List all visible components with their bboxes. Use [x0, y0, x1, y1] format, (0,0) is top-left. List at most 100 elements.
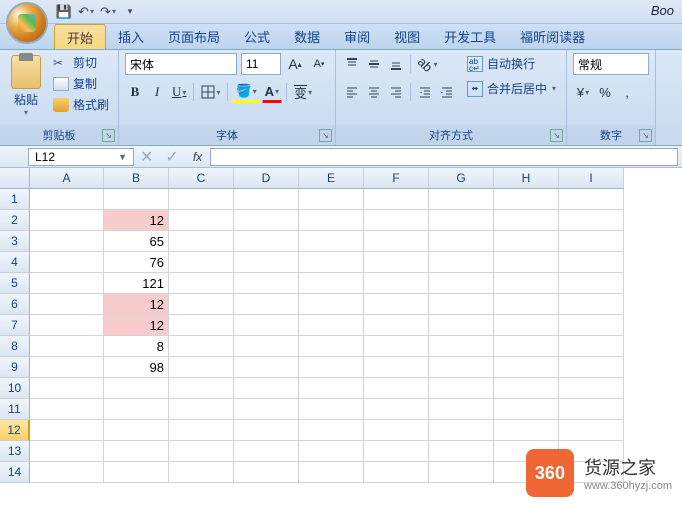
row-header-3[interactable]: 3	[0, 231, 30, 252]
cell-C6[interactable]	[169, 294, 234, 315]
accounting-format-button[interactable]: ¥	[573, 81, 593, 103]
cell-C9[interactable]	[169, 357, 234, 378]
cell-B10[interactable]	[104, 378, 169, 399]
cell-F10[interactable]	[364, 378, 429, 399]
font-color-button[interactable]: A	[262, 81, 282, 103]
column-header-G[interactable]: G	[429, 168, 494, 189]
cell-F3[interactable]	[364, 231, 429, 252]
cell-A3[interactable]	[30, 231, 104, 252]
percent-button[interactable]: %	[595, 81, 615, 103]
cell-I12[interactable]	[559, 420, 624, 441]
cell-F7[interactable]	[364, 315, 429, 336]
cell-H2[interactable]	[494, 210, 559, 231]
cell-G5[interactable]	[429, 273, 494, 294]
increase-indent-button[interactable]	[437, 81, 457, 103]
cell-F2[interactable]	[364, 210, 429, 231]
cell-D8[interactable]	[234, 336, 299, 357]
cell-C2[interactable]	[169, 210, 234, 231]
row-header-6[interactable]: 6	[0, 294, 30, 315]
row-header-2[interactable]: 2	[0, 210, 30, 231]
cell-C3[interactable]	[169, 231, 234, 252]
row-header-9[interactable]: 9	[0, 357, 30, 378]
cell-F14[interactable]	[364, 462, 429, 483]
cell-B2[interactable]: 12	[104, 210, 169, 231]
cell-H4[interactable]	[494, 252, 559, 273]
align-right-button[interactable]	[386, 81, 406, 103]
enter-icon[interactable]: ✓	[165, 147, 178, 167]
cell-D6[interactable]	[234, 294, 299, 315]
cell-D12[interactable]	[234, 420, 299, 441]
number-dialog-launcher[interactable]: ↘	[639, 129, 652, 142]
alignment-dialog-launcher[interactable]: ↘	[550, 129, 563, 142]
cancel-icon[interactable]: ✕	[140, 147, 153, 167]
column-header-C[interactable]: C	[169, 168, 234, 189]
font-size-select[interactable]	[241, 53, 281, 75]
cell-B7[interactable]: 12	[104, 315, 169, 336]
cell-C1[interactable]	[169, 189, 234, 210]
shrink-font-button[interactable]: A▾	[309, 53, 329, 75]
cell-I1[interactable]	[559, 189, 624, 210]
cell-D4[interactable]	[234, 252, 299, 273]
cell-I7[interactable]	[559, 315, 624, 336]
cell-A8[interactable]	[30, 336, 104, 357]
cell-B13[interactable]	[104, 441, 169, 462]
cell-G13[interactable]	[429, 441, 494, 462]
wrap-text-button[interactable]: abc↵自动换行	[463, 53, 560, 74]
cell-C12[interactable]	[169, 420, 234, 441]
cell-G8[interactable]	[429, 336, 494, 357]
cell-E8[interactable]	[299, 336, 364, 357]
row-header-10[interactable]: 10	[0, 378, 30, 399]
cell-D5[interactable]	[234, 273, 299, 294]
tab-view[interactable]: 视图	[382, 24, 432, 49]
cell-I4[interactable]	[559, 252, 624, 273]
cell-B1[interactable]	[104, 189, 169, 210]
cell-G12[interactable]	[429, 420, 494, 441]
cell-C8[interactable]	[169, 336, 234, 357]
cell-C5[interactable]	[169, 273, 234, 294]
qat-customize-icon[interactable]: ▾	[122, 4, 138, 20]
cell-C11[interactable]	[169, 399, 234, 420]
cell-E14[interactable]	[299, 462, 364, 483]
cell-H7[interactable]	[494, 315, 559, 336]
cell-I6[interactable]	[559, 294, 624, 315]
orientation-button[interactable]: ab	[415, 53, 440, 75]
cell-E7[interactable]	[299, 315, 364, 336]
save-icon[interactable]: 💾	[56, 4, 72, 20]
column-header-E[interactable]: E	[299, 168, 364, 189]
cell-H1[interactable]	[494, 189, 559, 210]
cell-C13[interactable]	[169, 441, 234, 462]
comma-button[interactable]: ,	[617, 81, 637, 103]
cell-E10[interactable]	[299, 378, 364, 399]
underline-button[interactable]: U	[169, 81, 189, 103]
number-format-select[interactable]	[573, 53, 649, 75]
cell-G2[interactable]	[429, 210, 494, 231]
cell-H6[interactable]	[494, 294, 559, 315]
column-header-H[interactable]: H	[494, 168, 559, 189]
cell-F6[interactable]	[364, 294, 429, 315]
cell-C10[interactable]	[169, 378, 234, 399]
cell-B5[interactable]: 121	[104, 273, 169, 294]
cell-H5[interactable]	[494, 273, 559, 294]
cell-I8[interactable]	[559, 336, 624, 357]
cell-H3[interactable]	[494, 231, 559, 252]
cell-D3[interactable]	[234, 231, 299, 252]
align-top-button[interactable]	[342, 53, 362, 75]
row-header-13[interactable]: 13	[0, 441, 30, 462]
grow-font-button[interactable]: A▴	[285, 53, 305, 75]
font-name-select[interactable]	[125, 53, 237, 75]
cell-H12[interactable]	[494, 420, 559, 441]
cell-E12[interactable]	[299, 420, 364, 441]
cell-A4[interactable]	[30, 252, 104, 273]
column-header-D[interactable]: D	[234, 168, 299, 189]
cell-E1[interactable]	[299, 189, 364, 210]
paste-button[interactable]: 粘贴 ▾	[6, 53, 46, 125]
cell-I2[interactable]	[559, 210, 624, 231]
cell-D10[interactable]	[234, 378, 299, 399]
cell-H8[interactable]	[494, 336, 559, 357]
cell-D14[interactable]	[234, 462, 299, 483]
cell-F4[interactable]	[364, 252, 429, 273]
cell-F11[interactable]	[364, 399, 429, 420]
align-center-button[interactable]	[364, 81, 384, 103]
cell-F1[interactable]	[364, 189, 429, 210]
cell-F12[interactable]	[364, 420, 429, 441]
